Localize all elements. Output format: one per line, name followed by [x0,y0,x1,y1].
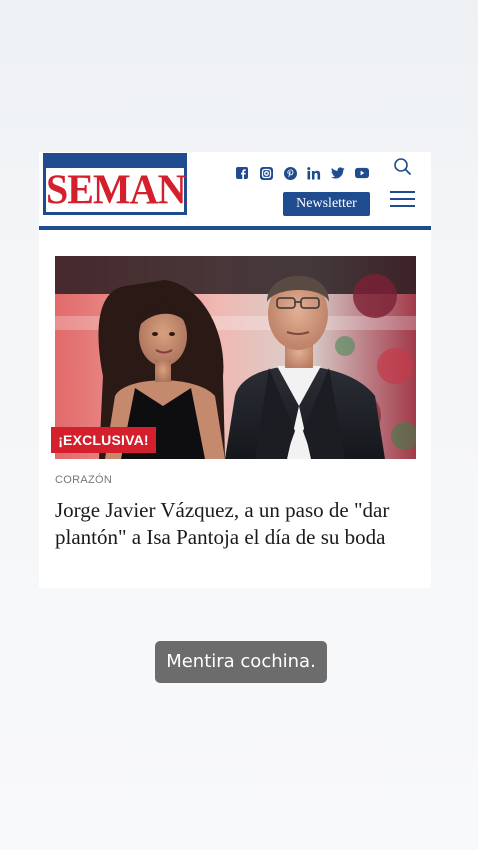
article-card[interactable]: SEMANA Newslette [39,152,431,588]
semana-logo[interactable]: SEMANA [43,153,187,215]
logo-text: SEMANA [46,165,187,214]
hamburger-menu-icon[interactable] [390,189,416,209]
story-caption: Mentira cochina. [155,641,327,683]
logo-inner: SEMANA [46,165,187,214]
social-links [235,165,369,181]
exclusive-badge: ¡EXCLUSIVA! [51,427,156,453]
section-label[interactable]: CORAZÓN [55,474,112,486]
instagram-icon[interactable] [259,166,273,180]
twitter-icon[interactable] [331,166,345,180]
facebook-icon[interactable] [235,166,249,180]
pinterest-icon[interactable] [283,166,297,180]
youtube-icon[interactable] [355,166,369,180]
search-icon[interactable] [393,157,413,177]
article-headline[interactable]: Jorge Javier Vázquez, a un paso de "dar … [55,497,417,551]
linkedin-icon[interactable] [307,166,321,180]
header-rule [39,226,431,230]
site-header: SEMANA Newslette [39,152,431,232]
newsletter-button[interactable]: Newsletter [283,192,370,216]
